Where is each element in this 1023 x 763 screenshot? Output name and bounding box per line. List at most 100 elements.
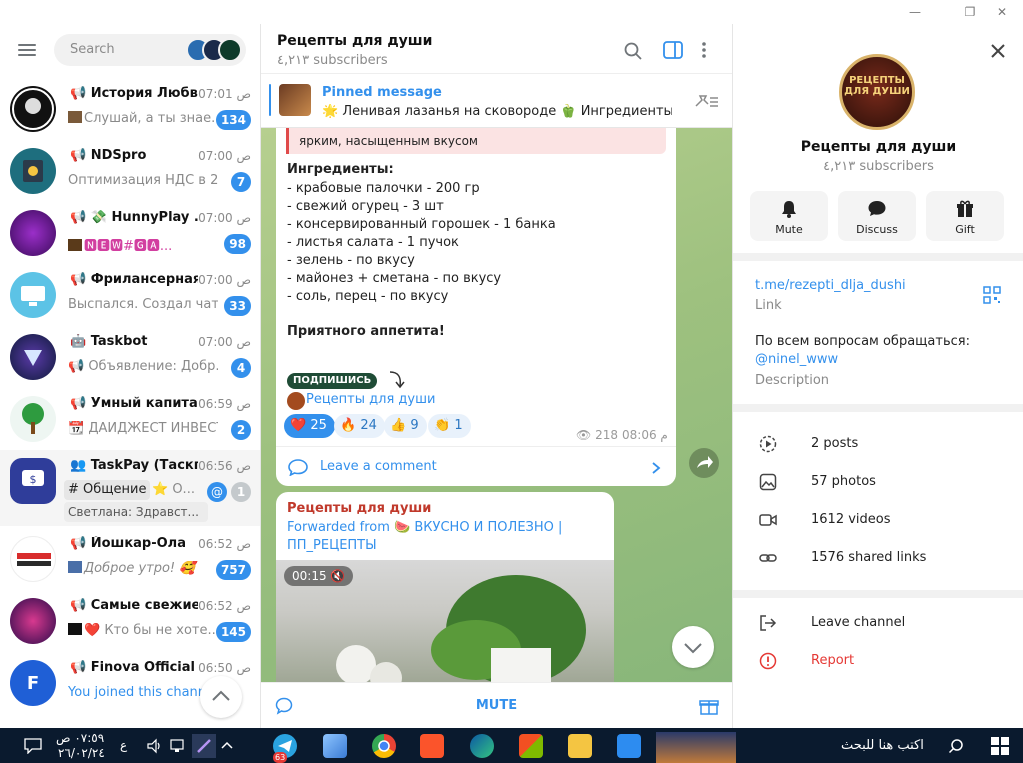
unread-badge: 757 — [215, 560, 251, 580]
close-icon[interactable] — [989, 42, 1007, 60]
channel-link[interactable]: t.me/rezepti_dlja_dushi — [755, 278, 906, 293]
scroll-up-button[interactable] — [200, 676, 242, 718]
curved-arrow-icon — [389, 371, 405, 389]
channel-link-avatar — [287, 392, 305, 410]
search-icon[interactable] — [948, 738, 964, 754]
description-handle[interactable]: @ninel_www — [755, 352, 838, 367]
love-face-icon: 🥰 — [179, 561, 196, 576]
mute-button[interactable]: MUTE — [261, 683, 732, 728]
video-icon — [759, 514, 777, 526]
chat-item[interactable]: 📢 💸 HunnyPlay ... 07:00 ص 🅽🅴🆆#🅶🅰... 98 — [0, 202, 260, 264]
chat-item[interactable]: 📢 Самые свежие ... 06:52 ص ❤️ Кто бы не … — [0, 590, 260, 652]
discuss-action-button[interactable]: Discuss — [838, 191, 916, 241]
windows-start-icon[interactable] — [991, 737, 1009, 755]
volume-icon[interactable] — [146, 738, 162, 754]
pin-list-icon[interactable] — [693, 92, 719, 110]
more-icon[interactable] — [701, 41, 707, 59]
pinned-message-bar[interactable]: Pinned message 🌟 Ленивая лазанья на сков… — [261, 74, 732, 128]
star-icon: ⭐ — [152, 482, 169, 497]
fire-icon: 🔥 — [340, 418, 357, 433]
avatar — [10, 396, 56, 442]
channel-avatar[interactable]: РЕЦЕПТЫ ДЛЯ ДУШИ — [839, 54, 915, 130]
forwarded-label: Forwarded from — [287, 520, 390, 535]
game-app-icon[interactable] — [617, 734, 641, 758]
chat-preview: Выспался. Создал чат-б... — [68, 297, 218, 312]
chat-time: 07:00 ص — [198, 211, 251, 225]
notification-icon[interactable] — [24, 738, 42, 754]
gift-icon[interactable] — [699, 696, 719, 716]
eye-icon: 👁 — [576, 428, 592, 442]
share-arrow-icon — [697, 456, 713, 468]
leave-label: Leave channel — [811, 615, 906, 630]
chat-item[interactable]: $ 👥 TaskPay (Таскп... 06:56 ص # Общение … — [0, 450, 260, 526]
reaction-fire[interactable]: 🔥 24 — [334, 414, 385, 438]
reaction-thumbs-up[interactable]: 👍 9 — [384, 414, 427, 438]
scroll-down-button[interactable] — [672, 626, 714, 668]
reaction-clap[interactable]: 👏 1 — [428, 414, 471, 438]
sidebar-toggle-icon[interactable] — [663, 41, 683, 59]
edge-app-icon[interactable] — [470, 734, 494, 758]
file-explorer-icon[interactable] — [568, 734, 592, 758]
close-window-button[interactable]: ✕ — [987, 3, 1017, 21]
leave-comment-button[interactable]: Leave a comment — [276, 446, 676, 486]
videos-row[interactable]: 1612 videos — [733, 501, 1023, 539]
network-icon[interactable] — [170, 738, 188, 754]
reaction-heart[interactable]: ❤️ 25 — [284, 414, 335, 438]
links-row[interactable]: 1576 shared links — [733, 539, 1023, 577]
chat-title: Умный капитал — [90, 396, 198, 411]
chat-item[interactable]: 📢 Фрилансерная 07:00 ص Выспался. Создал … — [0, 264, 260, 326]
ingredient-line: - майонез + сметана - по вкусу — [287, 271, 502, 286]
video-preview[interactable]: 00:15 🔇 — [276, 560, 614, 692]
gift-action-button[interactable]: Gift — [926, 191, 1004, 241]
story-avatar[interactable] — [218, 38, 242, 62]
photo-icon — [759, 473, 777, 491]
chat-title: Taskbot — [90, 334, 148, 349]
minimize-button[interactable]: — — [900, 3, 930, 21]
chat-item[interactable]: 📢 Умный капитал 06:59 ص 📆 ДАЙДЖЕСТ ИНВЕС… — [0, 388, 260, 450]
taskbar-search-placeholder[interactable]: اكتب هنا للبحث — [841, 738, 924, 753]
description-label: Description — [755, 373, 830, 388]
message-author: Рецепты для души — [287, 501, 432, 516]
topic-chip[interactable]: # Общение — [64, 480, 151, 500]
chevron-down-icon — [684, 643, 702, 654]
search-input[interactable]: Search — [54, 34, 246, 66]
photos-row[interactable]: 57 photos — [733, 463, 1023, 501]
pen-app-icon[interactable] — [192, 734, 216, 758]
avatar — [10, 272, 56, 318]
unread-badge: 4 — [231, 358, 251, 378]
channel-link[interactable]: Рецепты для души — [306, 392, 435, 407]
leave-channel-button[interactable]: Leave channel — [733, 604, 1023, 642]
chat-time: 07:01 ص — [198, 87, 251, 101]
message-bubble[interactable]: Рецепты для души Forwarded from 🍉 ВКУСНО… — [276, 492, 614, 692]
description-text: По всем вопросам обращаться: — [755, 334, 970, 349]
chat-title: Самые свежие ... — [90, 598, 198, 613]
menu-icon[interactable] — [18, 44, 36, 56]
report-button[interactable]: Report — [733, 642, 1023, 680]
brave-app-icon[interactable] — [420, 734, 444, 758]
notepad-app-icon[interactable] — [323, 734, 347, 758]
message-bubble[interactable]: ярким, насыщенным вкусом Ингредиенты: - … — [276, 128, 676, 486]
maximize-button[interactable]: ❐ — [955, 3, 985, 21]
info-title: Рецепты для души — [800, 139, 957, 155]
loudspeaker-icon: 📢 — [68, 359, 85, 374]
chat-header[interactable]: Рецепты для души ٤,٢١٣ subscribers — [261, 24, 732, 74]
chat-item[interactable]: 📢 NDSpro 07:00 ص Оптимизация НДС в 20...… — [0, 140, 260, 202]
qr-code-icon[interactable] — [983, 286, 1001, 304]
chrome-app-icon[interactable] — [372, 734, 396, 758]
posts-row[interactable]: 2 posts — [733, 425, 1023, 463]
mention-icon: @ — [207, 482, 227, 502]
chat-item[interactable]: 📢 История Любви 07:01 ص Слушай, а ты зна… — [0, 78, 260, 140]
unread-badge: 33 — [224, 296, 251, 316]
chat-time: 07:00 ص — [198, 149, 251, 163]
chat-item[interactable]: 🤖 Taskbot 07:00 ص 📢 Объявление: Добр... … — [0, 326, 260, 388]
search-icon[interactable] — [624, 42, 642, 60]
input-language[interactable]: ع — [120, 738, 127, 752]
store-app-icon[interactable] — [519, 734, 543, 758]
link-icon — [759, 554, 777, 562]
share-button[interactable] — [689, 448, 719, 478]
chat-item[interactable]: 📢 Йошкар-Ола 06:52 ص Доброе утро! 🥰 757 — [0, 528, 260, 590]
chevron-up-icon[interactable] — [220, 740, 234, 750]
muted-speaker-icon[interactable]: 🔇 — [330, 569, 345, 583]
chat-bubble-icon — [868, 201, 886, 216]
mute-action-button[interactable]: Mute — [750, 191, 828, 241]
